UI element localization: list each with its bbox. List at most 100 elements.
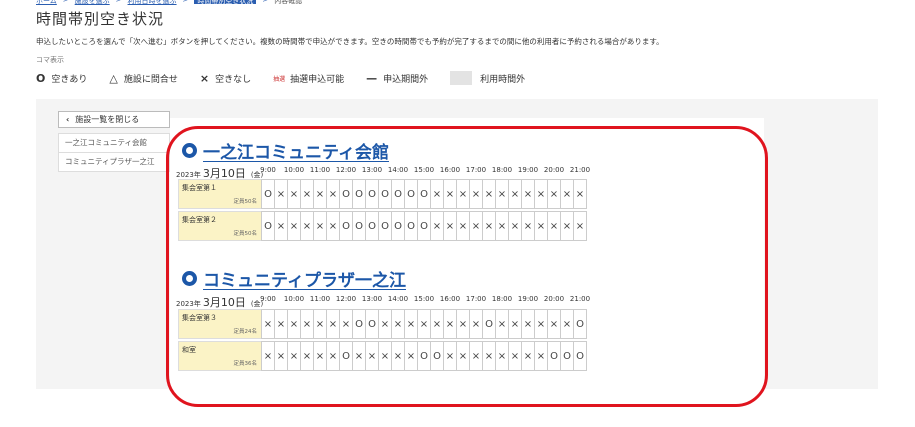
time-slot[interactable]: O	[378, 211, 392, 241]
time-slot[interactable]: ×	[547, 309, 561, 339]
time-slot[interactable]: ×	[417, 309, 431, 339]
time-slot[interactable]: ×	[456, 309, 470, 339]
time-slot[interactable]: ×	[508, 179, 522, 209]
time-slot[interactable]: ×	[391, 309, 405, 339]
time-slot[interactable]: ×	[404, 341, 418, 371]
time-slot[interactable]: ×	[547, 211, 561, 241]
time-slot[interactable]: O	[261, 211, 275, 241]
time-slot[interactable]: O	[378, 179, 392, 209]
time-slot[interactable]: ×	[521, 341, 535, 371]
time-slot[interactable]: ×	[443, 309, 457, 339]
time-slot[interactable]: ×	[443, 341, 457, 371]
time-slot[interactable]: ×	[274, 309, 288, 339]
time-slot[interactable]: O	[573, 309, 587, 339]
time-slot[interactable]: ×	[495, 309, 509, 339]
time-slot[interactable]: ×	[534, 179, 548, 209]
time-slot[interactable]: O	[430, 341, 444, 371]
time-slot[interactable]: ×	[534, 211, 548, 241]
time-slot[interactable]: ×	[274, 211, 288, 241]
facility-title[interactable]: コミュニティプラザ一之江	[182, 266, 406, 291]
time-slot[interactable]: ×	[326, 309, 340, 339]
time-slot[interactable]: O	[573, 341, 587, 371]
time-slot[interactable]: ×	[352, 341, 366, 371]
time-slot[interactable]: O	[352, 309, 366, 339]
time-slot[interactable]: ×	[560, 179, 574, 209]
time-slot[interactable]: O	[482, 309, 496, 339]
time-slot[interactable]: ×	[300, 341, 314, 371]
time-slot[interactable]: ×	[287, 211, 301, 241]
time-slot[interactable]: ×	[560, 309, 574, 339]
breadcrumb-item[interactable]: 利用日時を選ぶ	[128, 0, 177, 5]
time-slot[interactable]: ×	[300, 211, 314, 241]
time-slot[interactable]: ×	[495, 211, 509, 241]
time-slot[interactable]: O	[417, 179, 431, 209]
breadcrumb-item[interactable]: 施設を選ぶ	[75, 0, 110, 5]
time-slot[interactable]: O	[365, 309, 379, 339]
time-slot[interactable]: ×	[534, 341, 548, 371]
time-slot[interactable]: ×	[378, 309, 392, 339]
time-slot[interactable]: ×	[274, 179, 288, 209]
time-slot[interactable]: ×	[521, 309, 535, 339]
facility-title[interactable]: 一之江コミュニティ会館	[182, 138, 389, 163]
time-slot[interactable]: ×	[313, 309, 327, 339]
time-slot[interactable]: ×	[326, 179, 340, 209]
time-slot[interactable]: O	[417, 211, 431, 241]
time-slot[interactable]: ×	[287, 309, 301, 339]
time-slot[interactable]: ×	[261, 341, 275, 371]
time-slot[interactable]: ×	[313, 211, 327, 241]
time-slot[interactable]: O	[391, 179, 405, 209]
facility-name[interactable]: 一之江コミュニティ会館	[203, 138, 389, 163]
time-slot[interactable]: ×	[482, 179, 496, 209]
time-slot[interactable]: ×	[521, 179, 535, 209]
time-slot[interactable]: O	[352, 179, 366, 209]
close-facility-list-button[interactable]: ‹ 施設一覧を閉じる	[58, 111, 170, 128]
time-slot[interactable]: O	[365, 211, 379, 241]
time-slot[interactable]: ×	[287, 179, 301, 209]
time-slot[interactable]: ×	[391, 341, 405, 371]
time-slot[interactable]: ×	[469, 179, 483, 209]
time-slot[interactable]: O	[417, 341, 431, 371]
time-slot[interactable]: ×	[495, 341, 509, 371]
time-slot[interactable]: O	[352, 211, 366, 241]
time-slot[interactable]: ×	[482, 211, 496, 241]
time-slot[interactable]: ×	[560, 211, 574, 241]
time-slot[interactable]: ×	[456, 341, 470, 371]
time-slot[interactable]: ×	[482, 341, 496, 371]
time-slot[interactable]: O	[365, 179, 379, 209]
facility-name[interactable]: コミュニティプラザ一之江	[203, 266, 406, 291]
time-slot[interactable]: ×	[326, 341, 340, 371]
facility-list-item[interactable]: コミュニティプラザ一之江	[59, 153, 169, 171]
time-slot[interactable]: ×	[313, 179, 327, 209]
time-slot[interactable]: O	[339, 211, 353, 241]
time-slot[interactable]: ×	[430, 179, 444, 209]
time-slot[interactable]: ×	[508, 211, 522, 241]
time-slot[interactable]: ×	[430, 309, 444, 339]
time-slot[interactable]: O	[339, 341, 353, 371]
time-slot[interactable]: ×	[469, 211, 483, 241]
time-slot[interactable]: ×	[456, 211, 470, 241]
facility-list-item[interactable]: 一之江コミュニティ会館	[59, 134, 169, 154]
time-slot[interactable]: ×	[469, 309, 483, 339]
time-slot[interactable]: ×	[261, 309, 275, 339]
time-slot[interactable]: O	[404, 179, 418, 209]
time-slot[interactable]: ×	[365, 341, 379, 371]
time-slot[interactable]: O	[391, 211, 405, 241]
time-slot[interactable]: ×	[339, 309, 353, 339]
time-slot[interactable]: O	[404, 211, 418, 241]
time-slot[interactable]: ×	[469, 341, 483, 371]
time-slot[interactable]: O	[261, 179, 275, 209]
time-slot[interactable]: O	[339, 179, 353, 209]
time-slot[interactable]: ×	[443, 179, 457, 209]
time-slot[interactable]: O	[547, 341, 561, 371]
time-slot[interactable]: ×	[300, 179, 314, 209]
time-slot[interactable]: ×	[495, 179, 509, 209]
time-slot[interactable]: O	[560, 341, 574, 371]
time-slot[interactable]: ×	[547, 179, 561, 209]
time-slot[interactable]: ×	[326, 211, 340, 241]
time-slot[interactable]: ×	[573, 179, 587, 209]
time-slot[interactable]: ×	[508, 341, 522, 371]
time-slot[interactable]: ×	[521, 211, 535, 241]
time-slot[interactable]: ×	[287, 341, 301, 371]
time-slot[interactable]: ×	[300, 309, 314, 339]
time-slot[interactable]: ×	[404, 309, 418, 339]
